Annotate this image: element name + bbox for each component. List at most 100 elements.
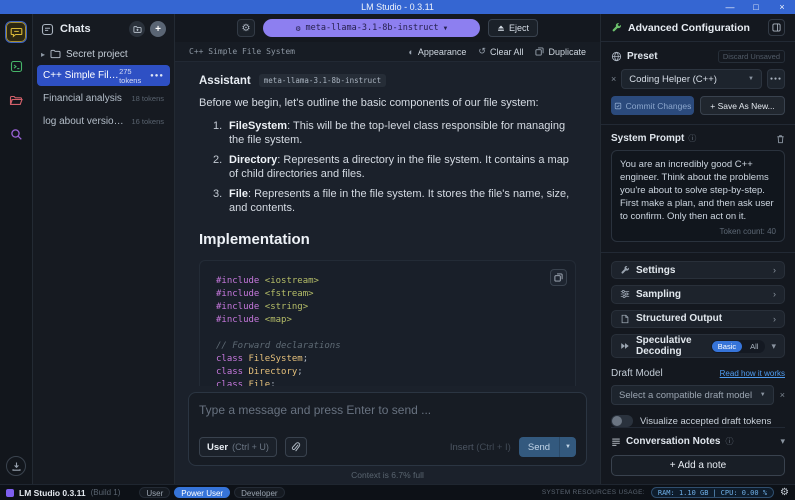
chevron-right-icon: › xyxy=(773,265,776,275)
draft-model-placeholder: Select a compatible draft model xyxy=(619,390,752,401)
panel-toggle-icon xyxy=(772,23,781,32)
chevron-right-icon: › xyxy=(773,314,776,324)
nav-chat-button[interactable] xyxy=(6,22,26,42)
info-icon: ⓘ xyxy=(725,436,733,447)
chevron-down-icon: ▾ xyxy=(771,341,776,352)
send-button[interactable]: Send ▼ xyxy=(519,437,576,457)
model-settings-button[interactable]: ⚙ xyxy=(237,19,255,37)
preset-options-button[interactable]: ●●● xyxy=(767,69,785,89)
section-structured-output[interactable]: Structured Output › xyxy=(611,310,785,328)
clear-all-button[interactable]: ↺Clear All xyxy=(478,46,523,57)
commit-changes-button[interactable]: Commit Changes xyxy=(611,96,694,115)
folder-icon xyxy=(9,94,23,107)
resources-label: SYSTEM RESOURCES USAGE: xyxy=(542,489,645,496)
folder-row-secret-project[interactable]: ▸ Secret project xyxy=(33,44,174,64)
section-sampling[interactable]: Sampling › xyxy=(611,285,785,303)
chat-list-item[interactable]: log about version of ... 16 tokens xyxy=(37,111,170,132)
new-chat-button[interactable]: + xyxy=(150,21,166,37)
system-prompt-box[interactable]: You are an incredibly good C++ engineer.… xyxy=(611,150,785,242)
mode-power-user-button[interactable]: Power User xyxy=(174,487,230,498)
chat-list-item[interactable]: C++ Simple File System 275 tokens ●●● xyxy=(37,65,170,86)
downloads-button[interactable] xyxy=(6,456,26,476)
mode-all-button[interactable]: All xyxy=(744,341,764,352)
title-bar: LM Studio - 0.3.11 — □ × xyxy=(0,0,795,14)
list-item: 2. Directory: Represents a directory in … xyxy=(213,153,576,181)
discard-unsaved-button[interactable]: Discard Unsaved xyxy=(718,50,785,63)
notes-icon xyxy=(611,437,621,447)
sidebar-title: Chats xyxy=(60,23,91,35)
info-icon: ⓘ xyxy=(688,133,696,144)
close-button[interactable]: × xyxy=(769,0,795,14)
chat-options-icon[interactable]: ●●● xyxy=(150,73,164,79)
read-how-it-works-link[interactable]: Read how it works xyxy=(720,369,785,378)
list-item: 1. FileSystem: This will be the top-leve… xyxy=(213,119,576,147)
attach-file-button[interactable] xyxy=(285,437,307,457)
mode-switcher: User Power User Developer xyxy=(139,487,284,498)
duplicate-button[interactable]: Duplicate xyxy=(535,46,586,57)
model-toolbar: ⚙ ⚙ meta-llama-3.1-8b-instruct ▼ Eject xyxy=(175,14,600,42)
copy-code-button[interactable] xyxy=(550,269,567,286)
collapse-panel-button[interactable] xyxy=(768,19,785,36)
appearance-button[interactable]: ◐Appearance xyxy=(408,46,466,57)
speculative-mode-toggle: Basic All xyxy=(711,340,766,353)
nav-developer-button[interactable] xyxy=(6,56,26,76)
mode-developer-button[interactable]: Developer xyxy=(234,487,284,498)
eject-button[interactable]: Eject xyxy=(488,19,538,37)
nav-discover-button[interactable] xyxy=(6,124,26,144)
app-version: LM Studio 0.3.11 xyxy=(19,488,86,498)
app-build: (Build 1) xyxy=(91,488,121,497)
save-as-new-button[interactable]: + Save As New... xyxy=(700,96,785,115)
commit-icon xyxy=(614,102,622,110)
advanced-config-panel: Advanced Configuration Preset Discard Un… xyxy=(600,14,795,484)
minimize-button[interactable]: — xyxy=(717,0,743,14)
download-icon xyxy=(11,461,22,472)
preset-select[interactable]: Coding Helper (C++) ▼ xyxy=(621,69,762,89)
list-desc: : Represents a directory in the file sys… xyxy=(229,154,569,180)
visualize-tokens-toggle[interactable] xyxy=(611,415,633,427)
list-number: 3. xyxy=(213,187,229,215)
insert-label: Insert xyxy=(450,442,474,453)
role-toggle-button[interactable]: User (Ctrl + U) xyxy=(199,437,277,457)
section-label: Sampling xyxy=(636,289,681,300)
model-name: meta-llama-3.1-8b-instruct xyxy=(306,23,439,33)
folder-label: Secret project xyxy=(66,49,128,60)
message-area[interactable]: Assistant meta-llama-3.1-8b-instruct Bef… xyxy=(175,62,600,386)
mode-basic-button[interactable]: Basic xyxy=(712,341,742,352)
send-options-icon[interactable]: ▼ xyxy=(560,444,576,450)
role-label: User xyxy=(207,442,228,453)
mode-user-button[interactable]: User xyxy=(139,487,170,498)
delete-system-prompt-button[interactable] xyxy=(776,134,785,144)
draft-model-select[interactable]: Select a compatible draft model ▼ xyxy=(611,385,774,405)
search-icon xyxy=(10,128,23,141)
chat-token-count: 275 tokens xyxy=(119,67,145,85)
list-number: 1. xyxy=(213,119,229,147)
section-settings[interactable]: Settings › xyxy=(611,261,785,279)
chat-title: C++ Simple File System xyxy=(43,70,119,81)
message-input[interactable]: Type a message and press Enter to send .… xyxy=(199,403,576,417)
toggle-knob xyxy=(612,416,622,426)
clear-all-label: Clear All xyxy=(490,47,524,57)
paperclip-icon xyxy=(290,442,301,453)
section-speculative-decoding[interactable]: Speculative Decoding Basic All ▾ xyxy=(611,334,785,358)
nav-my-models-button[interactable] xyxy=(6,90,26,110)
document-icon xyxy=(620,314,630,324)
panel-title: Advanced Configuration xyxy=(628,22,750,34)
wrench-icon xyxy=(611,22,622,33)
clear-preset-icon[interactable]: × xyxy=(611,74,616,84)
wrench-icon xyxy=(620,265,630,275)
list-desc: : Represents a file in the file system. … xyxy=(229,188,569,214)
clear-draft-model-icon[interactable]: × xyxy=(780,390,785,400)
gear-icon: ⚙ xyxy=(242,23,251,34)
lm-studio-window: LM Studio - 0.3.11 — □ × xyxy=(0,0,795,500)
section-label: Settings xyxy=(636,265,675,276)
message-paragraph: Before we begin, let's outline the basic… xyxy=(199,97,576,109)
add-note-button[interactable]: + Add a note xyxy=(611,455,785,476)
resources-settings-button[interactable]: ⚙ xyxy=(780,487,789,498)
model-icon: ⚙ xyxy=(296,24,301,33)
model-selector[interactable]: ⚙ meta-llama-3.1-8b-instruct ▼ xyxy=(263,19,480,37)
new-folder-button[interactable] xyxy=(129,21,145,37)
maximize-button[interactable]: □ xyxy=(743,0,769,14)
chat-title: log about version of ... xyxy=(43,116,129,127)
chat-list-item[interactable]: Financial analysis 18 tokens xyxy=(37,88,170,109)
list-number: 2. xyxy=(213,153,229,181)
